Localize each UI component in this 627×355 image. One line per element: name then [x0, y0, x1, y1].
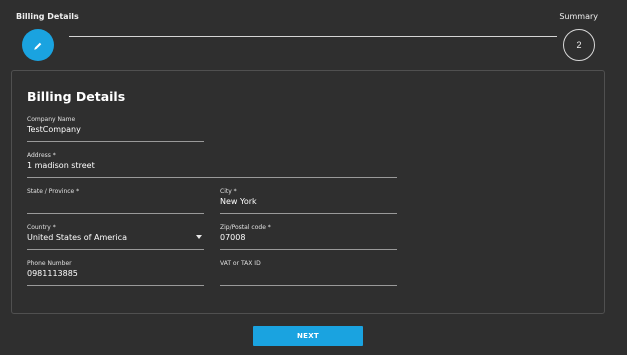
next-button[interactable]: NEXT	[253, 326, 363, 346]
stepper: Billing Details Summary 2	[0, 0, 627, 66]
step-label-summary: Summary	[559, 12, 598, 21]
step-billing-details-indicator[interactable]	[22, 29, 54, 61]
vat-tax-id-field[interactable]: VAT or TAX ID	[220, 260, 397, 286]
country-select[interactable]: Country * United States of America	[27, 224, 204, 250]
pencil-icon	[33, 36, 43, 55]
city-field[interactable]: City * New York	[220, 188, 397, 214]
form-title: Billing Details	[27, 89, 126, 104]
phone-number-label: Phone Number	[27, 260, 72, 267]
field-underline	[27, 213, 204, 214]
zip-postal-input[interactable]: 07008	[220, 233, 245, 242]
zip-postal-label: Zip/Postal code *	[220, 224, 271, 231]
field-underline	[27, 141, 204, 142]
address-label: Address *	[27, 152, 56, 159]
address-field[interactable]: Address * 1 madison street	[27, 152, 397, 178]
city-label: City *	[220, 188, 237, 195]
zip-postal-field[interactable]: Zip/Postal code * 07008	[220, 224, 397, 250]
field-underline	[27, 285, 204, 286]
country-value[interactable]: United States of America	[27, 233, 127, 242]
dropdown-caret-icon[interactable]	[196, 235, 202, 239]
company-name-input[interactable]: TestCompany	[27, 125, 81, 134]
state-province-field[interactable]: State / Province *	[27, 188, 204, 214]
company-name-label: Company Name	[27, 116, 76, 123]
billing-details-card: Billing Details Company Name TestCompany…	[11, 70, 605, 314]
country-label: Country *	[27, 224, 56, 231]
vat-tax-id-label: VAT or TAX ID	[220, 260, 261, 267]
city-input[interactable]: New York	[220, 197, 257, 206]
phone-number-input[interactable]: 0981113885	[27, 269, 78, 278]
step-label-billing-details: Billing Details	[16, 12, 79, 21]
address-input[interactable]: 1 madison street	[27, 161, 95, 170]
company-name-field[interactable]: Company Name TestCompany	[27, 116, 204, 142]
step-number: 2	[576, 40, 582, 50]
step-summary-indicator[interactable]: 2	[563, 29, 595, 61]
phone-number-field[interactable]: Phone Number 0981113885	[27, 260, 204, 286]
stepper-connector	[69, 36, 557, 37]
field-underline	[27, 249, 204, 250]
field-underline	[220, 249, 397, 250]
field-underline	[27, 177, 397, 178]
field-underline	[220, 285, 397, 286]
field-underline	[220, 213, 397, 214]
state-province-label: State / Province *	[27, 188, 80, 195]
